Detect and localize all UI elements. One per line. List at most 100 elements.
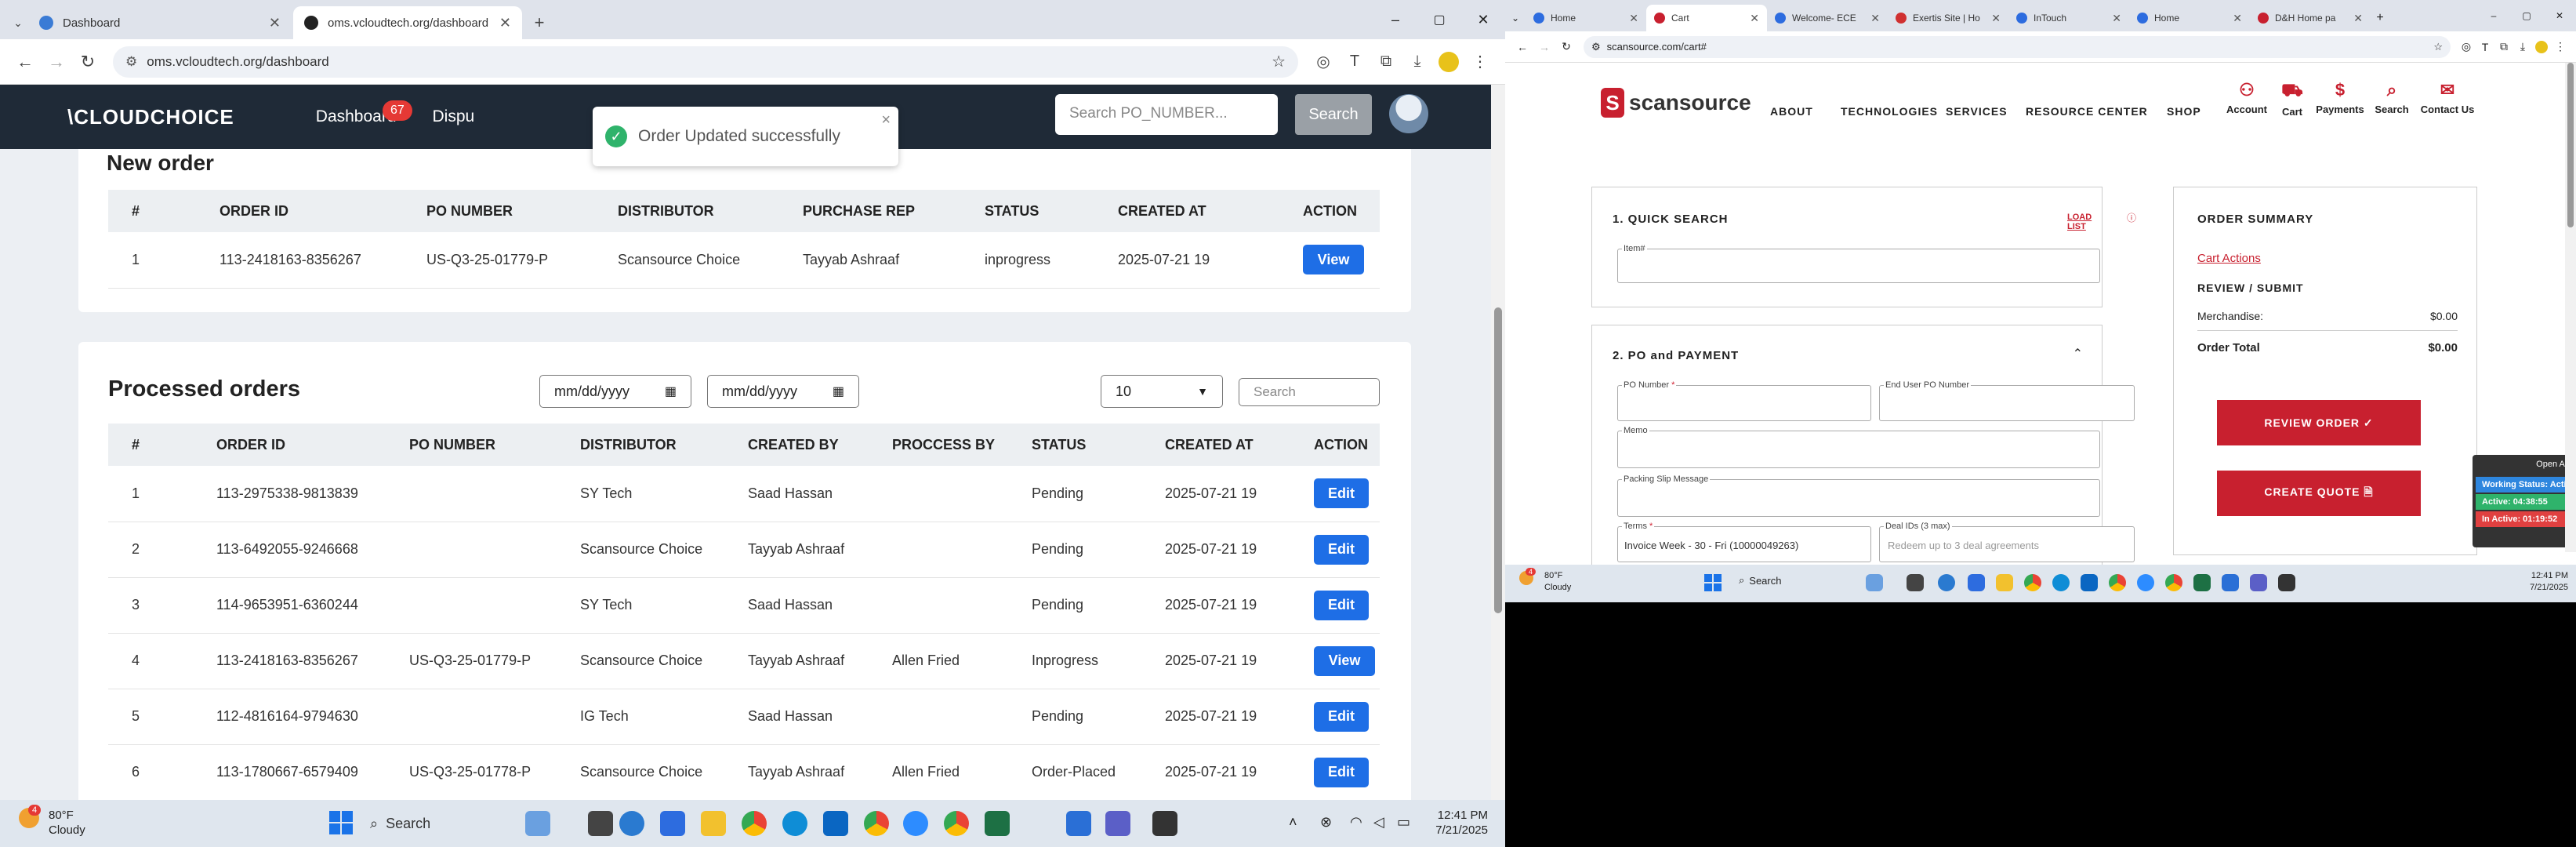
edit-button[interactable]: Edit [1314, 701, 1369, 732]
close-tab-icon[interactable]: ✕ [2233, 12, 2242, 25]
load-list-link[interactable]: LOAD LIST [2067, 213, 2102, 231]
outlook-icon[interactable] [823, 811, 848, 836]
weather-widget[interactable]: 80°F Cloudy [49, 808, 85, 838]
tab-exertis[interactable]: Exertis Site | Ho ✕ [1888, 5, 2008, 31]
new-tab-icon[interactable]: + [524, 6, 555, 39]
widget-title[interactable]: Open Ap [2473, 455, 2576, 474]
paint-icon[interactable] [1066, 811, 1091, 836]
extension-icon[interactable]: ◎ [2457, 40, 2476, 53]
deal-ids-input[interactable]: Redeem up to 3 deal agreements [1879, 526, 2135, 562]
date-to-input[interactable]: mm/dd/yyyy ▦ [707, 375, 859, 408]
edge-icon[interactable] [2052, 574, 2070, 591]
create-quote-button[interactable]: CREATE QUOTE 🗎 [2217, 471, 2421, 516]
close-window-icon[interactable]: ✕ [1461, 12, 1505, 28]
outlook-icon[interactable] [2081, 574, 2098, 591]
view-button[interactable]: View [1314, 645, 1375, 676]
chrome-icon[interactable] [2109, 574, 2126, 591]
reload-icon[interactable]: ↻ [72, 46, 103, 78]
payments-link[interactable]: $ Payments [2313, 80, 2367, 115]
packing-slip-textarea[interactable] [1617, 479, 2100, 517]
calculator-icon[interactable] [1968, 574, 1985, 591]
calendar-icon[interactable]: ▦ [833, 384, 844, 399]
zoom-icon[interactable] [2137, 574, 2154, 591]
close-tab-icon[interactable]: ✕ [1991, 12, 2001, 25]
bookmark-star-icon[interactable]: ☆ [2433, 41, 2443, 53]
tab-search-icon[interactable]: ⌄ [1511, 5, 1526, 31]
weather-widget[interactable]: 80°F Cloudy [1544, 570, 1571, 594]
profile-icon[interactable] [1433, 46, 1464, 78]
po-number-input[interactable] [1617, 385, 1871, 421]
back-icon[interactable]: ← [1511, 41, 1533, 53]
sticky-app-icon[interactable] [1152, 811, 1177, 836]
folder-icon[interactable] [1996, 574, 2013, 591]
edge-icon[interactable] [782, 811, 807, 836]
cart-link[interactable]: ⛟ Cart [2277, 80, 2308, 118]
menu-kebab-icon[interactable]: ⋮ [2551, 40, 2570, 53]
minimize-icon[interactable]: – [2477, 10, 2510, 21]
chrome-icon[interactable] [2165, 574, 2182, 591]
maximize-icon[interactable]: ▢ [1417, 12, 1461, 27]
widgets-icon[interactable] [525, 811, 550, 836]
edit-button[interactable]: Edit [1314, 534, 1369, 565]
tab-welcome-ece[interactable]: Welcome- ECE ✕ [1767, 5, 1888, 31]
close-tab-icon[interactable]: ✕ [1750, 12, 1759, 25]
wifi-icon[interactable]: ◠ [1350, 814, 1362, 831]
teams-icon[interactable] [2250, 574, 2267, 591]
file-explorer-dark-icon[interactable] [1907, 574, 1924, 591]
windows-start-icon[interactable] [329, 811, 353, 834]
cloudchoice-logo[interactable]: \CLOUDCHOICE [67, 105, 234, 129]
excel-icon[interactable] [2193, 574, 2211, 591]
extension-icon[interactable]: ◎ [1308, 46, 1339, 78]
site-info-icon[interactable]: ⚙ [1591, 41, 1601, 53]
download-icon[interactable]: ⤓ [1402, 46, 1433, 78]
site-info-icon[interactable]: ⚙ [125, 54, 137, 70]
bookmark-star-icon[interactable]: ☆ [1272, 52, 1286, 71]
sticky-app-icon[interactable] [2278, 574, 2295, 591]
close-tab-icon[interactable]: ✕ [499, 15, 511, 31]
review-order-button[interactable]: REVIEW ORDER ✓ [2217, 400, 2421, 445]
end-user-po-input[interactable] [1879, 385, 2135, 421]
edit-button[interactable]: Edit [1314, 757, 1369, 787]
edit-button[interactable]: Edit [1314, 590, 1369, 620]
forward-icon[interactable]: → [41, 46, 72, 78]
menu-kebab-icon[interactable]: ⋮ [1464, 46, 1496, 78]
menu-resource-center[interactable]: RESOURCE CENTER [2026, 105, 2148, 118]
extensions-puzzle-icon[interactable]: ⧉ [1370, 46, 1402, 78]
reload-icon[interactable]: ↻ [1555, 40, 1577, 53]
windows-start-icon[interactable] [1704, 574, 1722, 591]
extensions-puzzle-icon[interactable]: ⧉ [2494, 40, 2513, 53]
tray-chevron-up-icon[interactable]: ˄ [1289, 814, 1297, 831]
scrollbar-thumb[interactable] [2567, 63, 2574, 227]
collapse-chevron-icon[interactable]: ⌃ [2073, 346, 2083, 362]
page-scrollbar[interactable] [2565, 63, 2576, 552]
volume-icon[interactable]: ◁ [1373, 814, 1384, 831]
app-circle-icon[interactable] [619, 811, 644, 836]
omnibox[interactable]: ⚙ scansource.com/cart# ☆ [1584, 35, 2451, 58]
teams-icon[interactable] [1105, 811, 1130, 836]
chrome-icon[interactable] [864, 811, 889, 836]
chrome-icon[interactable] [944, 811, 969, 836]
tab-dashboard[interactable]: Dashboard ✕ [28, 6, 292, 39]
clock[interactable]: 12:41 PM 7/21/2025 [1425, 808, 1488, 838]
po-search-input[interactable]: Search PO_NUMBER... [1055, 94, 1278, 135]
tab-oms-dashboard[interactable]: oms.vcloudtech.org/dashboard ✕ [293, 6, 522, 39]
taskbar-search[interactable]: ⌕ Search [370, 809, 519, 838]
menu-shop[interactable]: SHOP [2167, 105, 2201, 118]
account-link[interactable]: ⚇ Account [2223, 80, 2270, 115]
folder-icon[interactable] [701, 811, 726, 836]
date-from-input[interactable]: mm/dd/yyyy ▦ [539, 375, 691, 408]
close-tab-icon[interactable]: ✕ [1629, 12, 1638, 25]
chrome-icon[interactable] [742, 811, 767, 836]
menu-technologies[interactable]: TECHNOLOGIES [1841, 105, 1938, 118]
translate-icon[interactable]: T [2476, 41, 2494, 53]
new-tab-icon[interactable]: + [2371, 5, 2389, 31]
toast-close-icon[interactable]: × [881, 111, 891, 129]
menu-services[interactable]: SERVICES [1946, 105, 2008, 118]
minimize-icon[interactable]: – [1373, 12, 1417, 28]
app-circle-icon[interactable] [1938, 574, 1955, 591]
search-button[interactable]: Search [1295, 94, 1372, 135]
close-window-icon[interactable]: ✕ [2543, 10, 2576, 21]
avatar[interactable] [1389, 94, 1428, 133]
scrollbar-thumb[interactable] [1494, 307, 1502, 613]
forward-icon[interactable]: → [1533, 41, 1555, 53]
